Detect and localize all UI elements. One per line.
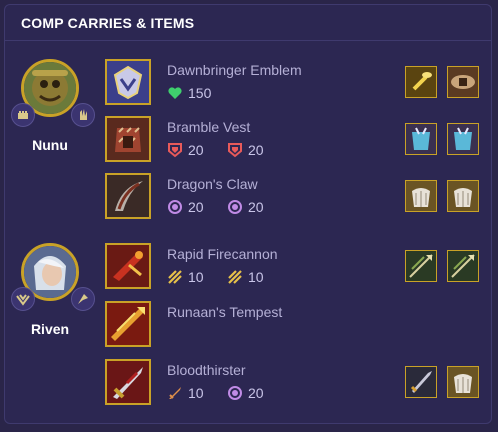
recurve-bow-icon[interactable] (405, 250, 437, 282)
item-stat: 10 (167, 385, 204, 401)
attack-speed-icon (228, 270, 242, 284)
champion-nunu[interactable]: Nunu (5, 59, 95, 169)
chain-vest-icon[interactable] (447, 123, 479, 155)
stat-value: 20 (188, 142, 204, 158)
item-row: Runaan's Tempest (105, 301, 495, 347)
attack-speed-icon (168, 270, 182, 284)
item-row: Bramble Vest 20 20 (105, 116, 495, 162)
stat-value: 10 (188, 269, 204, 285)
item-name: Runaan's Tempest (167, 304, 283, 320)
stat-value: 20 (248, 385, 264, 401)
item-name: Dawnbringer Emblem (167, 62, 302, 78)
stat-value: 20 (248, 199, 264, 215)
negatron-cloak-icon[interactable] (405, 180, 437, 212)
stat-value: 20 (248, 142, 264, 158)
trait-warden-icon[interactable] (71, 103, 95, 127)
panel-header: COMP CARRIES & ITEMS (5, 5, 491, 41)
item-row: Rapid Firecannon 10 10 (105, 243, 495, 289)
item-name: Bloodthirster (167, 362, 246, 378)
recurve-bow-icon[interactable] (447, 250, 479, 282)
bramble-vest-icon[interactable] (105, 116, 151, 162)
negatron-cloak-icon[interactable] (447, 366, 479, 398)
belt-icon[interactable] (447, 66, 479, 98)
panel-title: COMP CARRIES & ITEMS (21, 15, 195, 31)
item-row: Dragon's Claw 20 20 (105, 173, 495, 219)
trait-legionnaire-icon[interactable] (71, 287, 95, 311)
item-name: Dragon's Claw (167, 176, 258, 192)
rapid-firecannon-icon[interactable] (105, 243, 151, 289)
dragons-claw-icon[interactable] (105, 173, 151, 219)
stat-value: 10 (248, 269, 264, 285)
health-heart-icon (168, 87, 182, 99)
chain-vest-icon[interactable] (405, 123, 437, 155)
item-name: Bramble Vest (167, 119, 251, 135)
item-row: Dawnbringer Emblem 150 (105, 59, 495, 105)
attack-damage-icon (169, 387, 181, 399)
stat-value: 150 (188, 85, 212, 101)
champion-name: Riven (30, 321, 70, 337)
stat-value: 20 (188, 199, 204, 215)
item-stat: 20 (227, 199, 264, 215)
armor-icon (228, 143, 242, 158)
item-stat: 20 (167, 199, 204, 215)
item-name: Rapid Firecannon (167, 246, 278, 262)
item-stat: 150 (167, 85, 211, 101)
item-stat: 10 (227, 269, 264, 285)
item-stat: 20 (167, 142, 204, 158)
bf-sword-icon[interactable] (405, 366, 437, 398)
runaans-tempest-icon[interactable] (105, 301, 151, 347)
armor-icon (168, 143, 182, 158)
magic-resist-icon (228, 386, 242, 400)
trait-brawler-icon[interactable] (11, 103, 35, 127)
dawnbringer-emblem-icon[interactable] (105, 59, 151, 105)
item-stat: 10 (167, 269, 204, 285)
champion-name: Nunu (32, 137, 68, 153)
negatron-cloak-icon[interactable] (447, 180, 479, 212)
magic-resist-icon (168, 200, 182, 214)
bloodthirster-icon[interactable] (105, 359, 151, 405)
stat-value: 10 (188, 385, 204, 401)
item-row: Bloodthirster 10 20 (105, 359, 495, 405)
magic-resist-icon (228, 200, 242, 214)
trait-dawnbringer-icon[interactable] (11, 287, 35, 311)
comp-carries-panel: COMP CARRIES & ITEMS Nunu Dawnbringer Em… (4, 4, 492, 424)
item-stat: 20 (227, 385, 264, 401)
golden-spatula-icon[interactable] (405, 66, 437, 98)
item-stat: 20 (227, 142, 264, 158)
champion-riven[interactable]: Riven (5, 243, 95, 353)
